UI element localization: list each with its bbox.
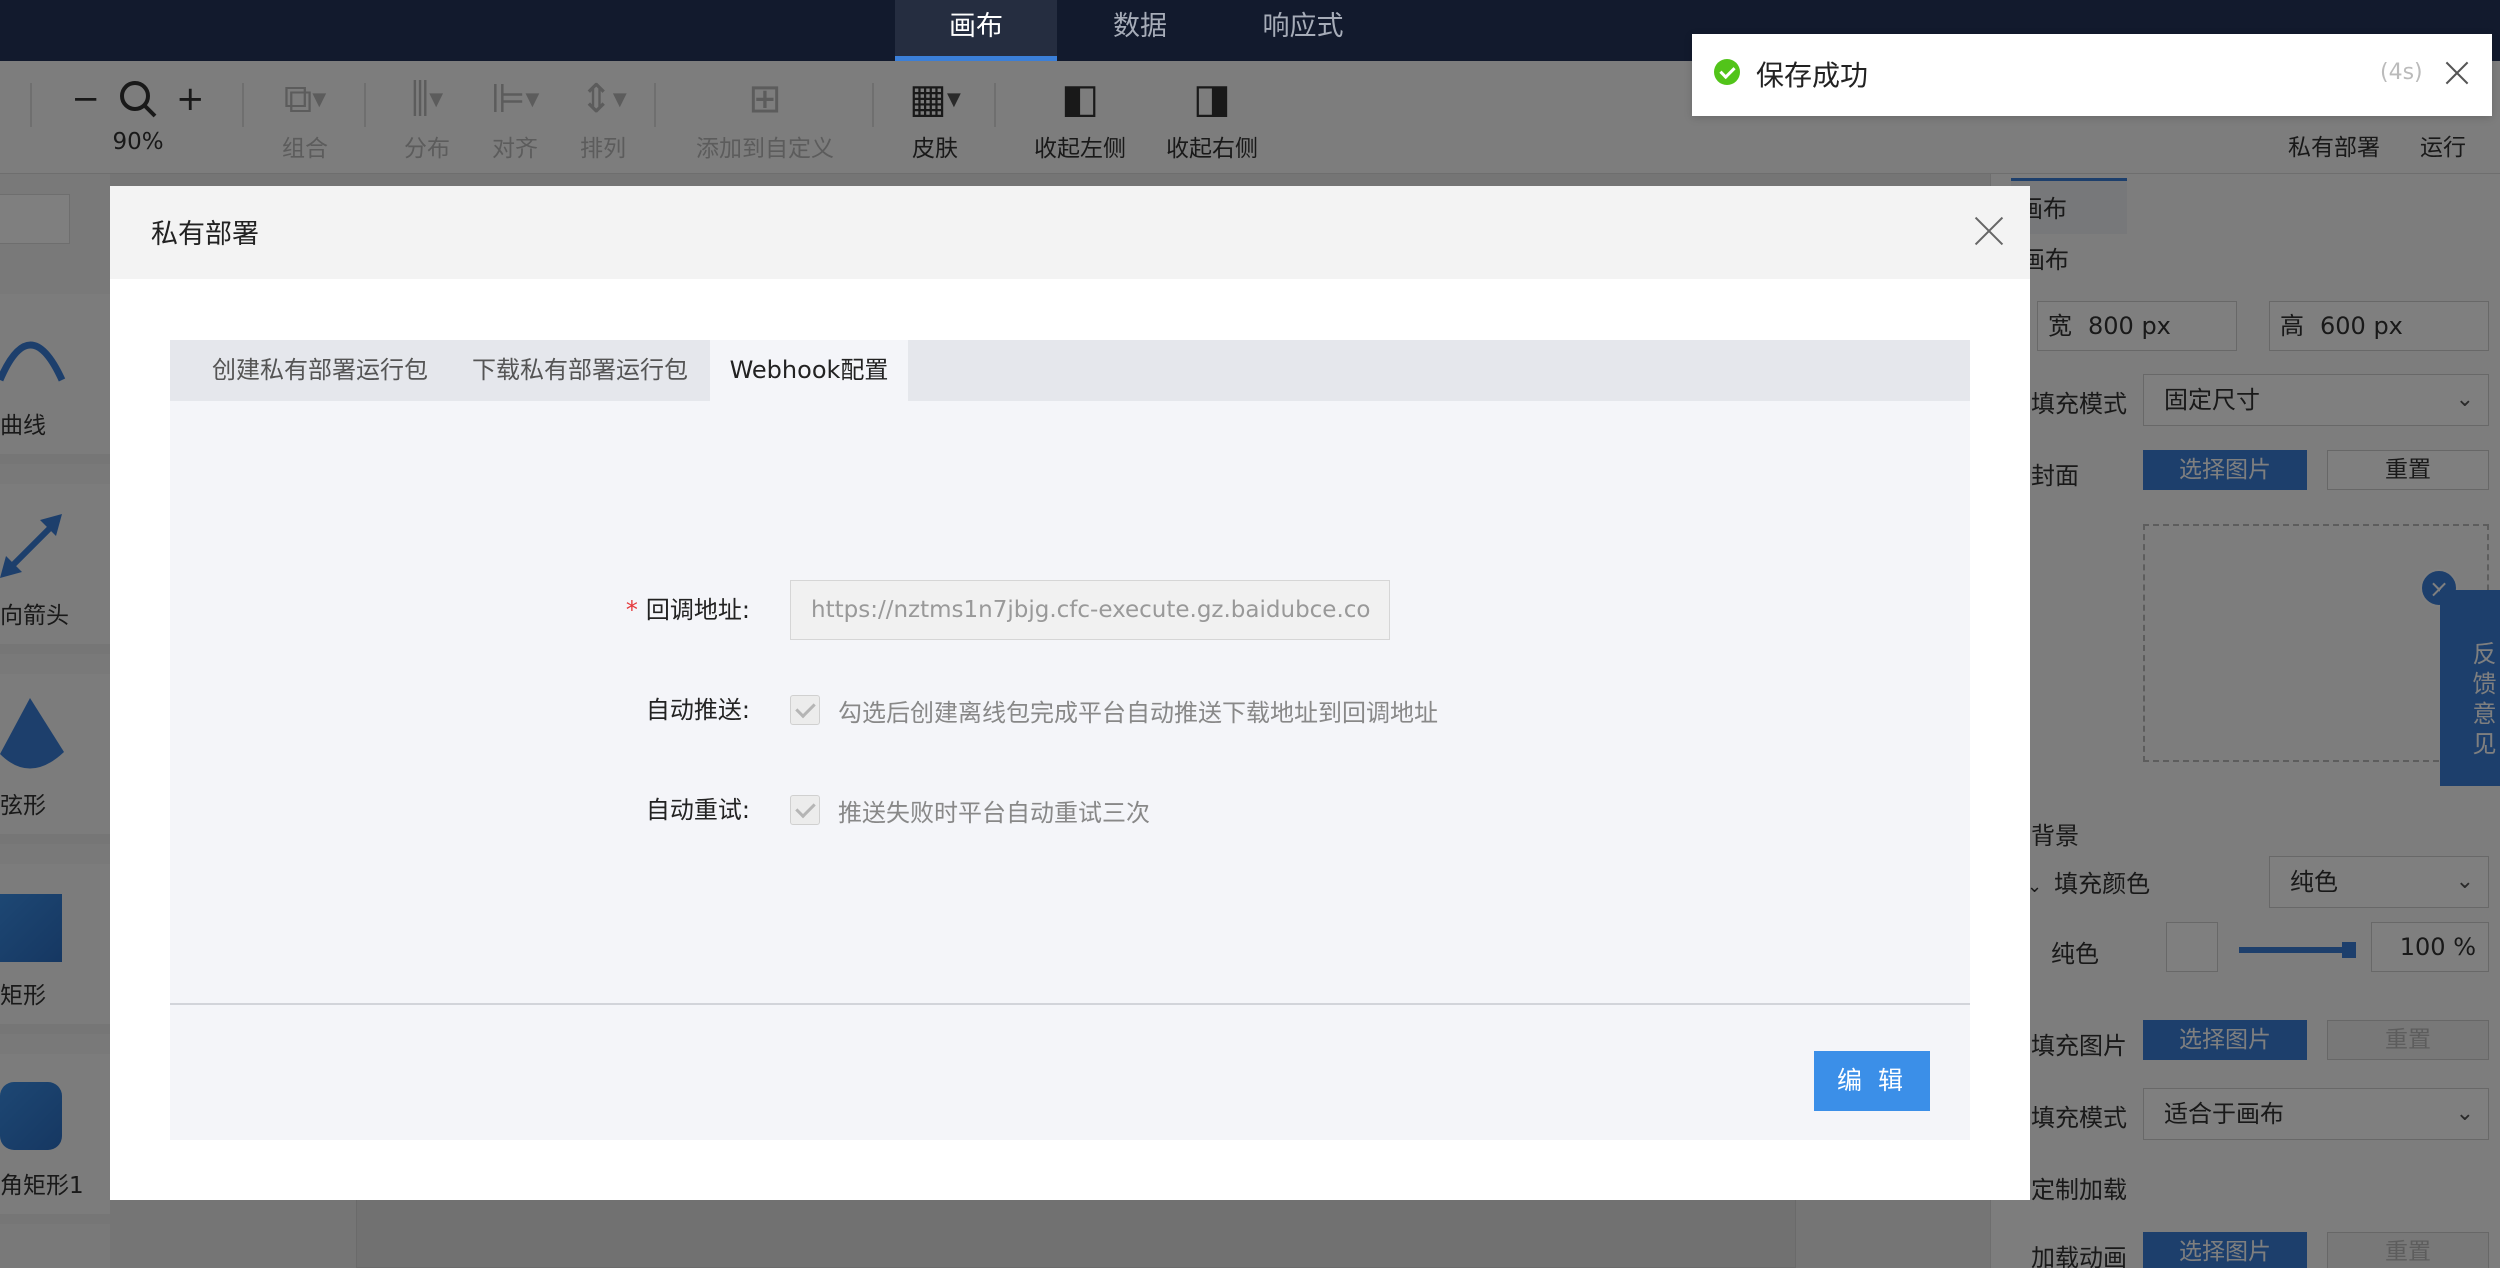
edit-button[interactable]: 编 辑 (1814, 1051, 1930, 1111)
toast-message: 保存成功 (1756, 59, 1869, 92)
dialog-body: 创建私有部署运行包 下载私有部署运行包 Webhook配置 * 回调地址: htt… (170, 340, 1970, 1140)
auto-push-text: 勾选后创建离线包完成平台自动推送下载地址到回调地址 (838, 698, 1438, 727)
auto-retry-checkbox-wrap[interactable]: 推送失败时平台自动重试三次 (790, 794, 1150, 827)
callback-url-input[interactable]: https://nztms1n7jbjg.cfc-execute.gz.baid… (790, 580, 1390, 640)
auto-retry-checkbox[interactable] (790, 795, 820, 825)
auto-push-checkbox[interactable] (790, 695, 820, 725)
private-deploy-dialog: 私有部署 创建私有部署运行包 下载私有部署运行包 Webhook配置 * 回调地址… (110, 186, 2030, 1200)
dialog-header: 私有部署 (110, 186, 2030, 279)
tab-data[interactable]: 数据 (1057, 0, 1223, 61)
auto-push-label: 自动推送: (645, 696, 750, 724)
auto-retry-row: 自动重试: 推送失败时平台自动重试三次 (170, 780, 1970, 840)
callback-url-label: * 回调地址: (625, 596, 750, 624)
success-toast: 保存成功 (4s) (1692, 34, 2492, 116)
close-icon[interactable] (2440, 56, 2474, 90)
dialog-title: 私有部署 (151, 219, 259, 250)
toast-countdown: (4s) (2380, 60, 2423, 85)
auto-push-checkbox-wrap[interactable]: 勾选后创建离线包完成平台自动推送下载地址到回调地址 (790, 694, 1438, 727)
tab-responsive[interactable]: 响应式 (1223, 0, 1383, 61)
tab-create-package[interactable]: 创建私有部署运行包 (170, 340, 470, 401)
auto-push-row: 自动推送: 勾选后创建离线包完成平台自动推送下载地址到回调地址 (170, 680, 1970, 740)
tab-download-package[interactable]: 下载私有部署运行包 (470, 340, 690, 401)
tab-canvas[interactable]: 画布 (895, 0, 1057, 61)
dialog-tabs: 创建私有部署运行包 下载私有部署运行包 Webhook配置 (170, 340, 1970, 401)
required-marker: * (625, 596, 638, 624)
auto-retry-text: 推送失败时平台自动重试三次 (838, 798, 1150, 827)
callback-url-row: * 回调地址: https://nztms1n7jbjg.cfc-execute.… (170, 580, 1970, 640)
success-check-icon (1714, 59, 1740, 85)
close-icon[interactable] (1966, 208, 2012, 254)
tab-webhook-config[interactable]: Webhook配置 (710, 340, 908, 401)
footer-divider (170, 1003, 1970, 1005)
auto-retry-label: 自动重试: (645, 796, 750, 824)
